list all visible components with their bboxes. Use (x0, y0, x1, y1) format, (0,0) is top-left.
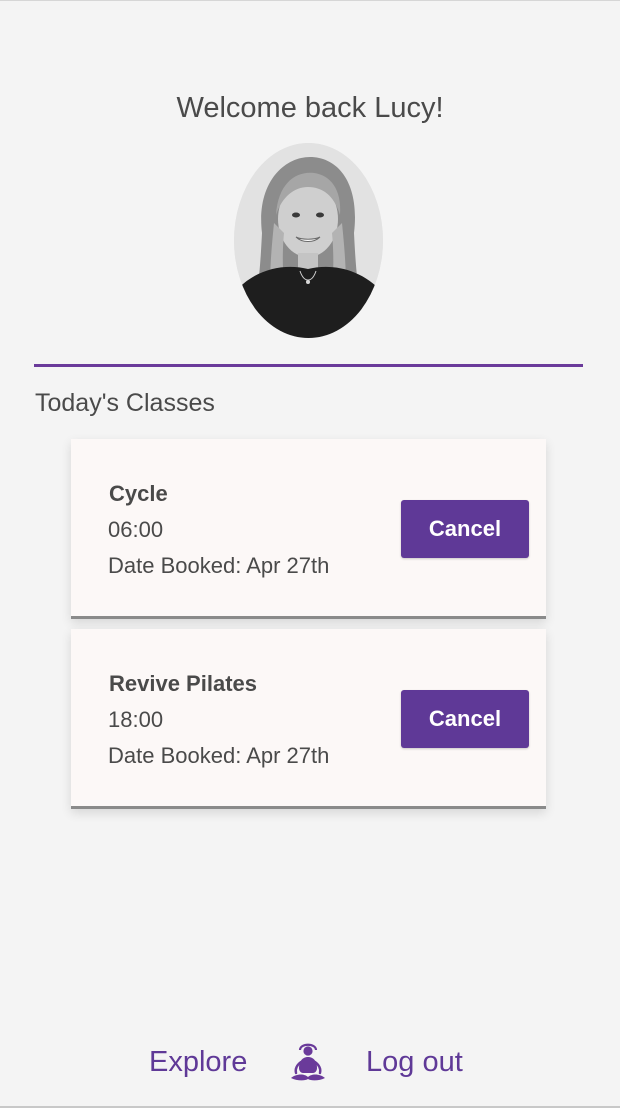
class-card: Revive Pilates 18:00 Date Booked: Apr 27… (71, 629, 546, 809)
cancel-button[interactable]: Cancel (401, 500, 529, 558)
explore-link[interactable]: Explore (149, 1046, 247, 1079)
logout-link[interactable]: Log out (366, 1046, 463, 1079)
avatar-portrait (234, 143, 383, 338)
cancel-button[interactable]: Cancel (401, 690, 529, 748)
meditation-figure-icon[interactable] (287, 1040, 329, 1084)
class-name: Cycle (109, 481, 168, 506)
class-name: Revive Pilates (109, 671, 257, 696)
bottom-nav: Explore Log out (0, 1040, 620, 1092)
avatar (234, 143, 383, 338)
section-divider (34, 364, 583, 367)
class-card: Cycle 06:00 Date Booked: Apr 27th Cancel (71, 439, 546, 619)
top-border (0, 0, 620, 1)
welcome-heading: Welcome back Lucy! (176, 92, 444, 124)
class-date-booked: Date Booked: Apr 27th (108, 553, 330, 578)
section-title-todays-classes: Today's Classes (35, 389, 215, 417)
class-time: 06:00 (108, 517, 164, 542)
class-date-booked: Date Booked: Apr 27th (108, 743, 330, 768)
class-time: 18:00 (108, 707, 164, 732)
